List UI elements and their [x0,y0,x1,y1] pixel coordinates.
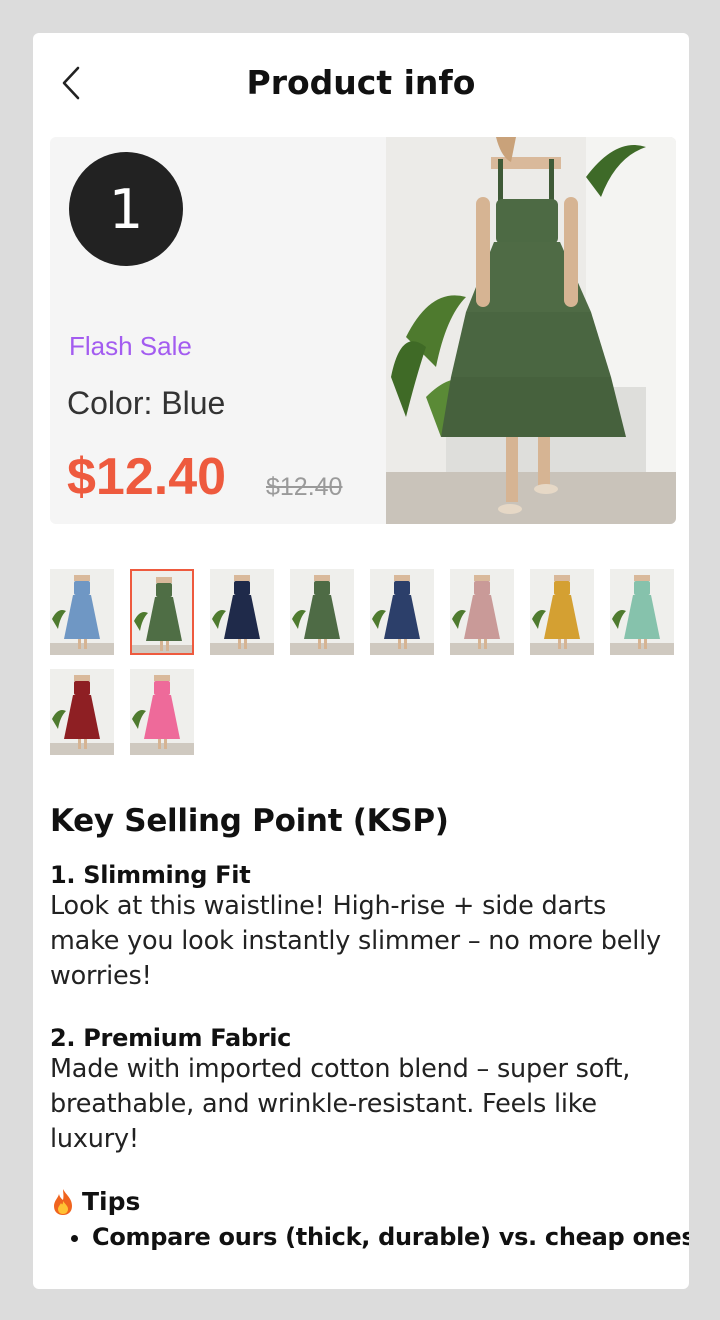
header: Product info [33,33,689,133]
variant-thumbnail[interactable] [130,569,194,655]
tip-item: Compare ours (thick, durable) vs. cheap … [92,1220,689,1254]
ksp-point-body: Made with imported cotton blend – super … [50,1054,631,1154]
dress-photo [386,137,676,524]
variant-dress-image [610,569,674,655]
ksp-point-title: 1. Slimming Fit [50,861,251,889]
variant-thumbnail[interactable] [50,569,114,655]
ksp-section: Key Selling Point (KSP) 1. Slimming Fit … [50,803,689,1254]
variant-dress-image [130,669,194,755]
tips-heading: Tips [50,1187,676,1216]
color-info: Color: Blue [67,385,225,422]
ksp-title: Key Selling Point (KSP) [50,803,449,839]
ksp-point-body: Look at this waistline! High-rise + side… [50,891,661,991]
variant-dress-image [290,569,354,655]
variant-dress-image [210,569,274,655]
variant-thumbnail[interactable] [530,569,594,655]
variant-dress-image [50,569,114,655]
variant-dress-image [132,571,192,653]
color-value: Blue [161,385,226,421]
fire-icon [54,1188,72,1215]
variant-thumbnail[interactable] [370,569,434,655]
variant-thumbnail[interactable] [50,669,114,755]
tips-label: Tips [82,1187,141,1216]
variant-thumbnail[interactable] [450,569,514,655]
item-number-badge: 1 [69,152,183,266]
ksp-point-title: 2. Premium Fabric [50,1024,292,1052]
variant-dress-image [450,569,514,655]
tips-list: Compare ours (thick, durable) vs. cheap … [50,1220,689,1254]
variant-dress-image [530,569,594,655]
product-hero: 1 Flash Sale Color: Blue $12.40 $12.40 [50,137,676,524]
variant-thumbnail[interactable] [610,569,674,655]
page-title: Product info [246,63,476,102]
variant-thumbnail[interactable] [210,569,274,655]
original-price: $12.40 [266,473,343,501]
variant-dress-image [50,669,114,755]
variant-thumbnail[interactable] [290,569,354,655]
flash-sale-label: Flash Sale [69,331,192,361]
variant-dress-image [370,569,434,655]
product-info-screen: Product info 1 Flash Sale Color: Blue $1… [33,33,689,1289]
product-main-image[interactable] [386,137,676,524]
variant-thumbnail[interactable] [130,669,194,755]
current-price: $12.40 [67,448,227,506]
color-label: Color: [67,385,153,421]
